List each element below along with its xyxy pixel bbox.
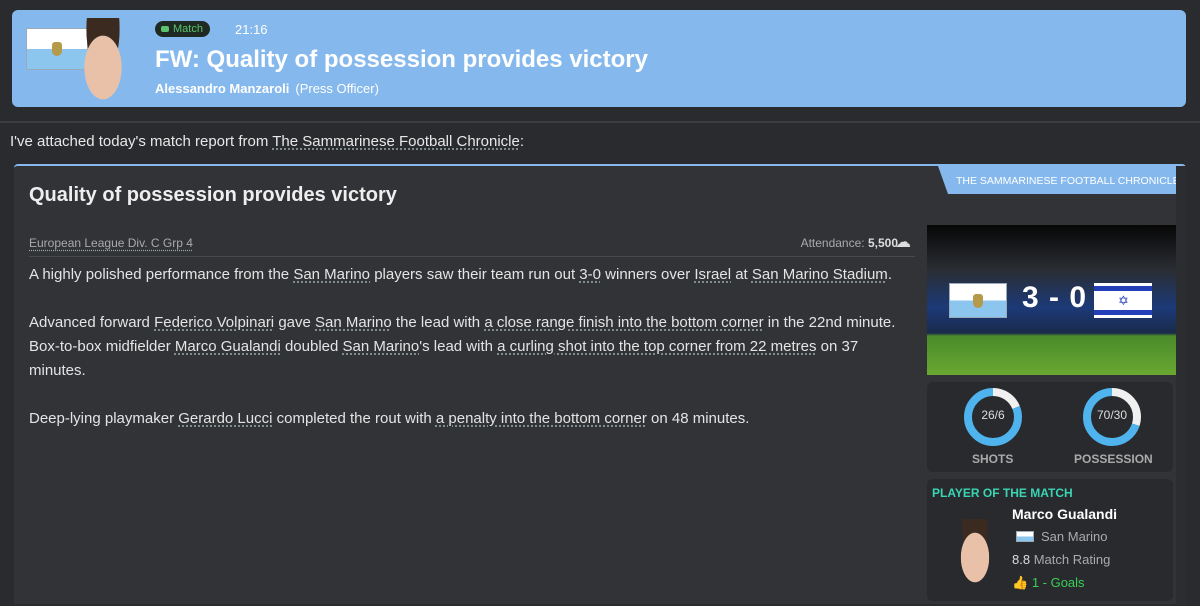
cloud-rain-icon: ☁ (895, 234, 911, 251)
scrollbar[interactable] (1176, 166, 1186, 606)
message-title: FW: Quality of possession provides victo… (155, 46, 648, 73)
report-text: 's lead with (419, 338, 498, 355)
report-title: Quality of possession provides victory (29, 184, 397, 206)
attendance: Attendance: 5,500 (801, 236, 898, 250)
shots-donut: 26/6 (962, 386, 1024, 448)
report-link[interactable]: San Marino (343, 338, 420, 355)
club-flag (1016, 531, 1034, 542)
report-text: doubled (280, 338, 343, 355)
sender-role: (Press Officer) (295, 81, 379, 96)
report-link[interactable]: Israel (694, 266, 731, 283)
player-avatar[interactable] (953, 519, 997, 589)
separator (29, 256, 915, 257)
attendance-value: 5,500 (867, 236, 898, 250)
report-text: . (887, 266, 892, 283)
player-of-the-match: PLAYER OF THE MATCH Marco Gualandi San M… (927, 479, 1173, 601)
message-time: 21:16 (235, 22, 268, 37)
report-link[interactable]: 3-0 (579, 266, 601, 283)
report-link[interactable]: Marco Gualandi (175, 338, 281, 355)
report-text: players saw their team run out (370, 266, 580, 283)
report-link[interactable]: a curling shot into the top corner from … (497, 338, 816, 355)
sender-avatar (74, 18, 132, 107)
report-paragraph: Deep-lying playmaker Gerardo Lucci compl… (29, 407, 909, 431)
report-link[interactable]: San Marino Stadium (752, 266, 888, 283)
competition-link[interactable]: European League Div. C Grp 4 (29, 236, 193, 250)
match-report-panel: THE SAMMARINESE FOOTBALL CHRONICLE Quali… (14, 164, 1186, 606)
newspaper-link[interactable]: The Sammarinese Football Chronicle (272, 133, 520, 150)
away-flag-israel[interactable]: ✡ (1094, 283, 1152, 318)
score-banner: 3 - 0 ✡ (927, 225, 1176, 375)
report-text: winners over (600, 266, 695, 283)
report-text: Deep-lying playmaker (29, 410, 179, 427)
thumbs-up-icon: 👍 (1012, 575, 1029, 590)
star-of-david-icon: ✡ (1118, 293, 1129, 308)
match-stats: 26/6 SHOTS 70/30 POSSESSION (927, 382, 1173, 472)
sender-name[interactable]: Alessandro Manzaroli (155, 81, 289, 96)
rating-value: 8.8 (1012, 552, 1031, 567)
report-text: completed the rout with (272, 410, 436, 427)
match-badge: Match (155, 21, 210, 37)
intro-body: I've attached today's match report from (10, 133, 273, 150)
report-text: Advanced forward (29, 314, 155, 331)
report-paragraph: Advanced forward Federico Volpinari gave… (29, 311, 909, 383)
shots-label: SHOTS (972, 452, 1014, 466)
intro-end: : (519, 133, 525, 150)
player-club[interactable]: San Marino (1041, 529, 1107, 544)
potm-heading: PLAYER OF THE MATCH (932, 486, 1073, 500)
possession-donut: 70/30 (1081, 386, 1143, 448)
report-text: A highly polished performance from the (29, 266, 294, 283)
report-text: on 48 minutes. (646, 410, 750, 427)
intro-text: I've attached today's match report from … (10, 133, 524, 150)
report-link[interactable]: Federico Volpinari (154, 314, 274, 331)
message-header: Match 21:16 FW: Quality of possession pr… (12, 10, 1186, 107)
attendance-label: Attendance: (800, 236, 865, 250)
report-link[interactable]: a penalty into the bottom corner (436, 410, 647, 427)
report-text: the lead with (391, 314, 485, 331)
rating-label: Match Rating (1033, 552, 1111, 567)
score: 3 - 0 (1022, 281, 1088, 314)
report-body: A highly polished performance from the S… (29, 263, 909, 455)
match-rating: 8.8 Match Rating (1012, 552, 1110, 567)
shots-value: 26/6 (981, 408, 1005, 422)
report-text: at (731, 266, 752, 283)
report-paragraph: A highly polished performance from the S… (29, 263, 909, 287)
possession-label: POSSESSION (1074, 452, 1153, 466)
possession-value: 70/30 (1096, 408, 1128, 422)
player-name[interactable]: Marco Gualandi (1012, 506, 1117, 522)
goals: 👍 1 - Goals (1012, 575, 1085, 591)
divider (0, 121, 1200, 123)
goals-value: 1 - Goals (1031, 575, 1085, 590)
report-link[interactable]: San Marino (315, 314, 392, 331)
sender[interactable]: Alessandro Manzaroli (Press Officer) (155, 81, 379, 96)
ticket-icon (161, 26, 169, 32)
report-link[interactable]: a close range finish into the bottom cor… (484, 314, 763, 331)
badge-label: Match (173, 23, 203, 35)
report-text: gave (274, 314, 316, 331)
home-flag-san-marino[interactable] (949, 283, 1007, 318)
report-link[interactable]: San Marino (293, 266, 370, 283)
source-tab: THE SAMMARINESE FOOTBALL CHRONICLE (938, 166, 1186, 194)
report-link[interactable]: Gerardo Lucci (178, 410, 272, 427)
